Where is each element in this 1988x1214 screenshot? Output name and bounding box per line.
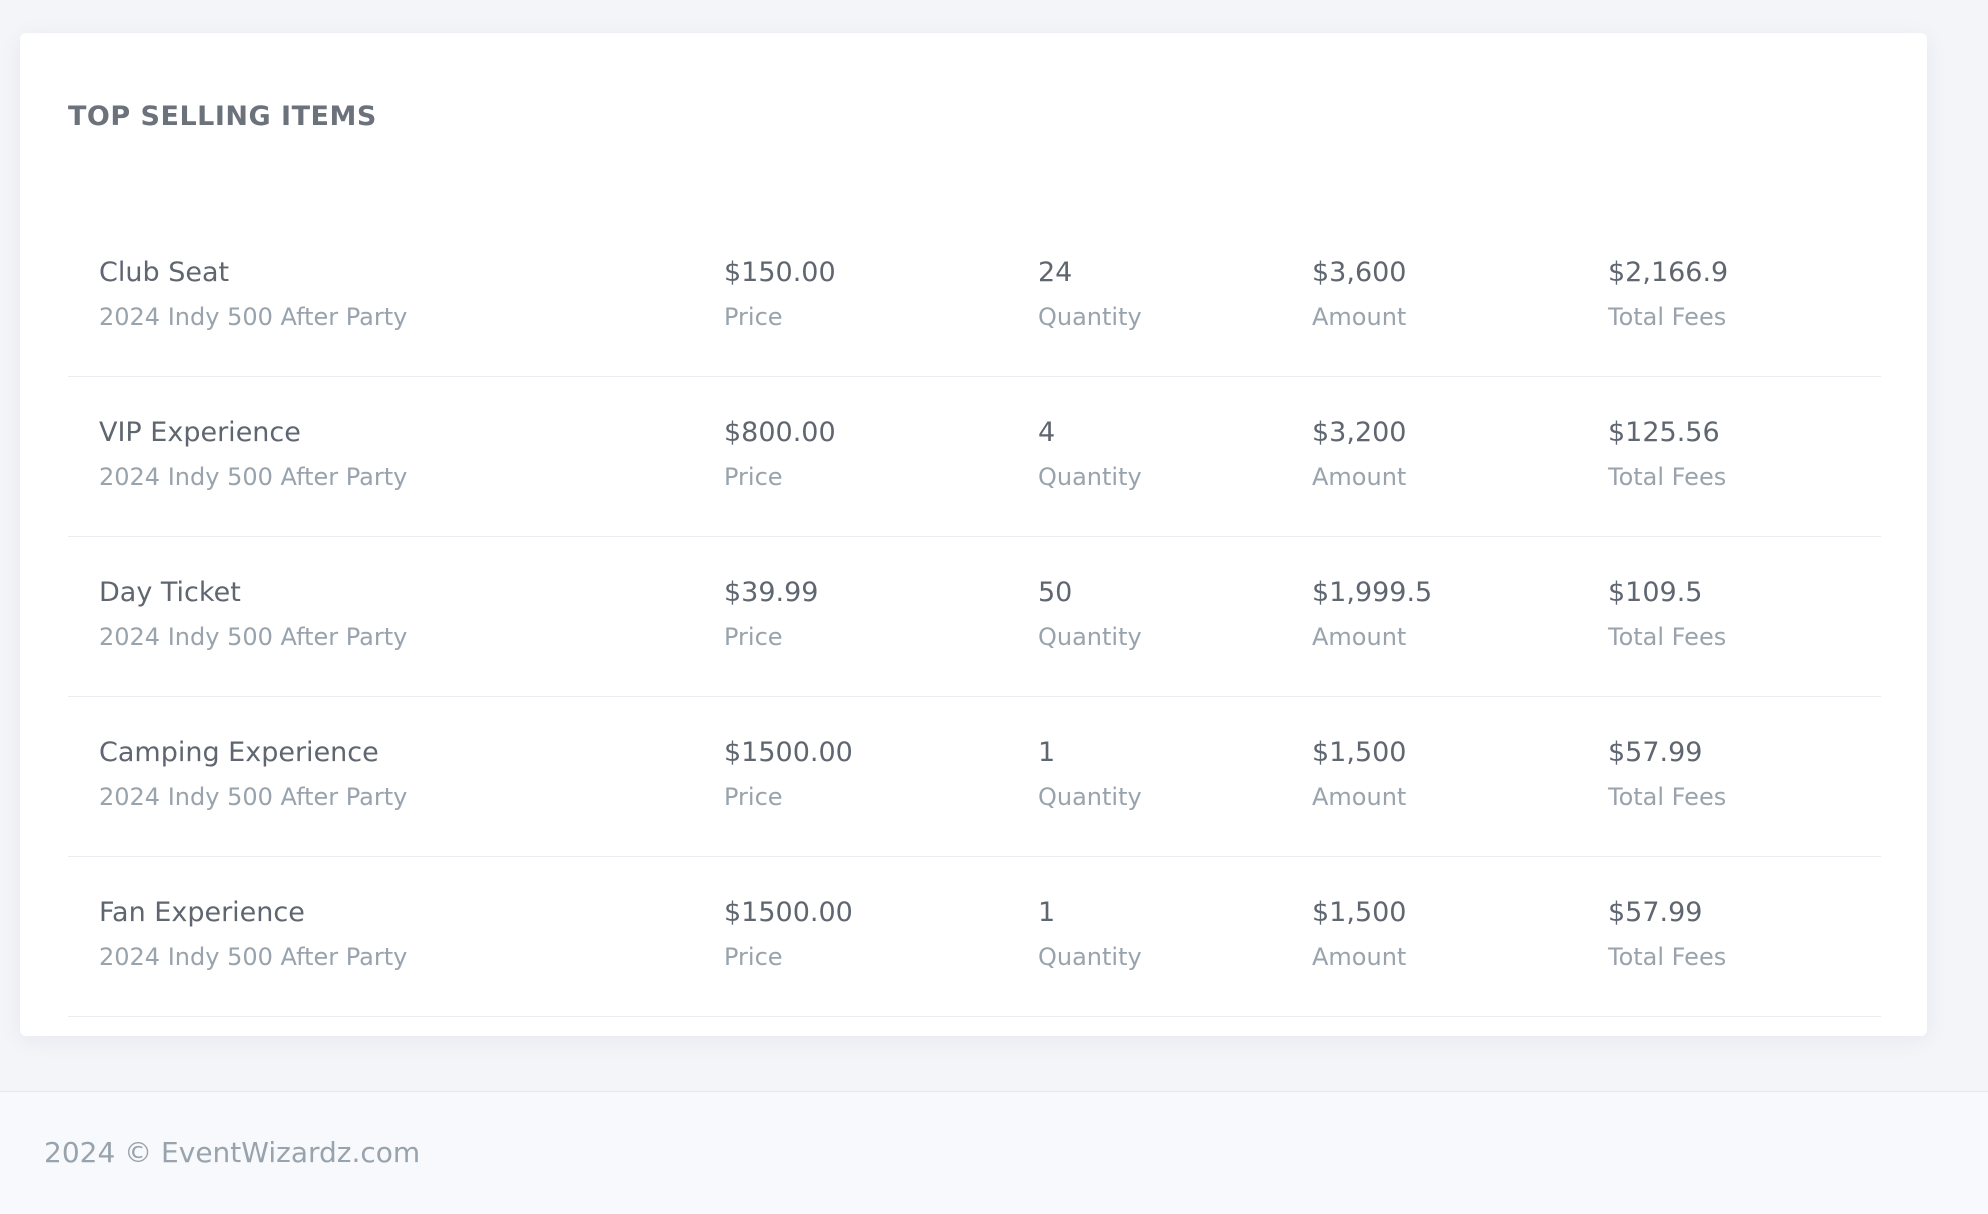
item-fees-cell: $109.5 Total Fees [1608,579,1726,649]
item-price-label: Price [724,463,783,491]
table-row: Club Seat 2024 Indy 500 After Party $150… [68,217,1881,377]
item-total-fees-label: Total Fees [1608,463,1727,491]
item-price-label: Price [724,943,783,971]
item-quantity-label: Quantity [1038,783,1142,811]
top-selling-items-card: TOP SELLING ITEMS Club Seat 2024 Indy 50… [20,33,1927,1036]
top-selling-items-list: Club Seat 2024 Indy 500 After Party $150… [68,217,1881,1017]
item-total-fees-label: Total Fees [1608,943,1727,971]
item-quantity: 24 [1038,257,1073,288]
item-total-fees-label: Total Fees [1608,623,1727,651]
item-quantity-cell: 24 Quantity [1038,259,1142,329]
table-row: Fan Experience 2024 Indy 500 After Party… [68,857,1881,1017]
item-price-label: Price [724,783,783,811]
item-price-cell: $800.00 Price [724,419,836,489]
item-quantity: 1 [1038,737,1056,768]
item-amount: $1,500 [1312,897,1407,928]
item-price-label: Price [724,623,783,651]
table-row: VIP Experience 2024 Indy 500 After Party… [68,377,1881,537]
item-amount-cell: $3,200 Amount [1312,419,1406,489]
item-price-cell: $1500.00 Price [724,899,853,969]
item-price-cell: $150.00 Price [724,259,836,329]
item-name: Day Ticket [99,577,241,608]
item-price-cell: $39.99 Price [724,579,818,649]
item-price: $800.00 [724,417,836,448]
item-fees-cell: $2,166.9 Total Fees [1608,259,1728,329]
item-total-fees: $109.5 [1608,577,1703,608]
item-quantity-cell: 1 Quantity [1038,899,1142,969]
item-name-cell: VIP Experience 2024 Indy 500 After Party [99,419,407,489]
item-quantity-label: Quantity [1038,943,1142,971]
item-amount-cell: $1,999.5 Amount [1312,579,1432,649]
item-total-fees: $57.99 [1608,737,1703,768]
item-quantity: 50 [1038,577,1073,608]
card-title: TOP SELLING ITEMS [68,101,377,132]
item-name-cell: Club Seat 2024 Indy 500 After Party [99,259,407,329]
item-fees-cell: $125.56 Total Fees [1608,419,1726,489]
item-amount: $1,500 [1312,737,1407,768]
item-amount-label: Amount [1312,463,1407,491]
item-name: Camping Experience [99,737,379,768]
item-quantity-label: Quantity [1038,463,1142,491]
item-quantity-label: Quantity [1038,303,1142,331]
item-price: $150.00 [724,257,836,288]
item-name-cell: Day Ticket 2024 Indy 500 After Party [99,579,407,649]
item-event: 2024 Indy 500 After Party [99,783,408,811]
item-amount-label: Amount [1312,623,1407,651]
item-name: Fan Experience [99,897,305,928]
item-amount: $3,600 [1312,257,1407,288]
item-event: 2024 Indy 500 After Party [99,943,408,971]
item-quantity-cell: 4 Quantity [1038,419,1142,489]
item-quantity: 4 [1038,417,1056,448]
item-price: $1500.00 [724,897,853,928]
item-event: 2024 Indy 500 After Party [99,623,408,651]
item-amount: $1,999.5 [1312,577,1433,608]
item-amount-label: Amount [1312,783,1407,811]
table-row: Day Ticket 2024 Indy 500 After Party $39… [68,537,1881,697]
item-amount-label: Amount [1312,303,1407,331]
item-fees-cell: $57.99 Total Fees [1608,739,1726,809]
item-price: $1500.00 [724,737,853,768]
table-row: Camping Experience 2024 Indy 500 After P… [68,697,1881,857]
item-total-fees: $57.99 [1608,897,1703,928]
item-amount-cell: $1,500 Amount [1312,899,1406,969]
item-name: VIP Experience [99,417,301,448]
item-total-fees: $2,166.9 [1608,257,1729,288]
item-price-cell: $1500.00 Price [724,739,853,809]
item-fees-cell: $57.99 Total Fees [1608,899,1726,969]
item-name-cell: Camping Experience 2024 Indy 500 After P… [99,739,407,809]
item-price: $39.99 [724,577,819,608]
item-quantity-cell: 1 Quantity [1038,739,1142,809]
item-event: 2024 Indy 500 After Party [99,303,408,331]
item-total-fees-label: Total Fees [1608,303,1727,331]
item-quantity-label: Quantity [1038,623,1142,651]
item-amount-label: Amount [1312,943,1407,971]
item-quantity-cell: 50 Quantity [1038,579,1142,649]
page-footer: 2024 © EventWizardz.com [0,1091,1988,1214]
item-amount-cell: $1,500 Amount [1312,739,1406,809]
item-amount-cell: $3,600 Amount [1312,259,1406,329]
item-total-fees-label: Total Fees [1608,783,1727,811]
item-name-cell: Fan Experience 2024 Indy 500 After Party [99,899,407,969]
item-quantity: 1 [1038,897,1056,928]
footer-copyright: 2024 © EventWizardz.com [44,1136,421,1169]
item-price-label: Price [724,303,783,331]
item-event: 2024 Indy 500 After Party [99,463,408,491]
item-amount: $3,200 [1312,417,1407,448]
item-name: Club Seat [99,257,230,288]
item-total-fees: $125.56 [1608,417,1720,448]
